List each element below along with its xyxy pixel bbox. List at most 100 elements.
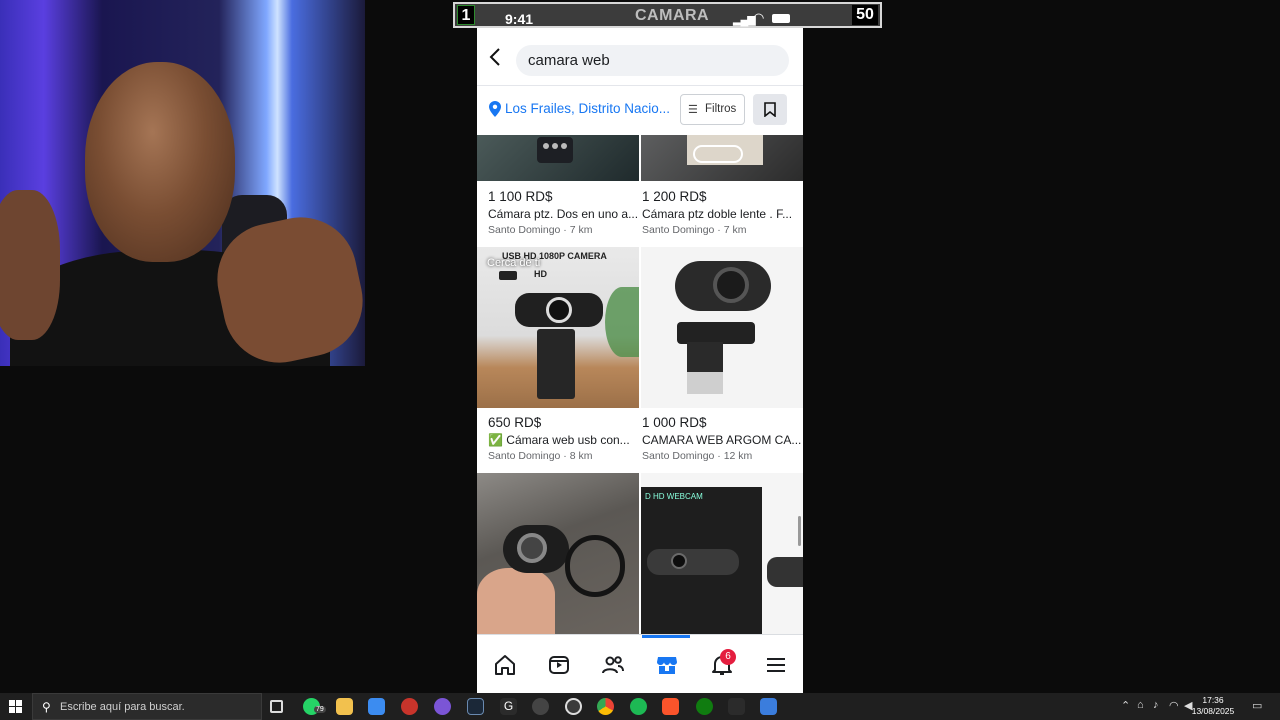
clock-time: 17:36 xyxy=(1202,695,1224,705)
marketplace-icon[interactable] xyxy=(655,653,679,677)
plant xyxy=(605,287,639,357)
webcam-product xyxy=(647,549,739,575)
listing-card[interactable]: 1 100 RD$ Cámara ptz. Dos en uno a... Sa… xyxy=(477,135,639,247)
listing-photo: D HD WEBCAM xyxy=(641,473,803,634)
webcam-product-2 xyxy=(767,557,803,587)
listing-title: ✅ Cámara web usb con... xyxy=(488,433,630,447)
listing-card[interactable]: 1 000 RD$ CAMARA WEB ARGOM CA... Santo D… xyxy=(641,247,803,473)
presenter-left-hand xyxy=(0,190,60,340)
listing-photo xyxy=(641,247,803,408)
app-icon-purple[interactable] xyxy=(434,698,451,715)
webcam-lens xyxy=(517,533,547,563)
bottom-tab-bar: 6 xyxy=(477,634,803,693)
location-pin-icon xyxy=(489,101,501,117)
chrome-icon[interactable] xyxy=(597,698,614,715)
file-explorer-icon[interactable] xyxy=(336,698,353,715)
chevron-up-icon[interactable]: ⌃ xyxy=(1121,699,1130,712)
steam-icon[interactable] xyxy=(467,698,484,715)
location-filter-row: Los Frailes, Distrito Nacio... ☰ Filtros xyxy=(477,86,803,136)
overlay-title: CAMARA xyxy=(635,7,710,24)
app-icon-red[interactable] xyxy=(401,698,418,715)
xbox-icon[interactable] xyxy=(696,698,713,715)
webcam-stand xyxy=(537,329,575,399)
screen-stage: 1 9:41 CAMARA ▂▄▆ ◠ 50 camara web Los Fr… xyxy=(0,0,1280,693)
webcam-base-light xyxy=(687,372,723,394)
listing-location: Santo Domingo · 7 km xyxy=(642,224,747,236)
presenter-head xyxy=(85,62,235,262)
app-icon-dark[interactable] xyxy=(532,698,549,715)
friends-icon[interactable] xyxy=(601,653,625,677)
taskbar-search-box[interactable]: ⚲ Escribe aquí para buscar. xyxy=(32,693,262,720)
listing-price: 1 000 RD$ xyxy=(642,415,707,430)
phone-screen: camara web Los Frailes, Distrito Nacio..… xyxy=(477,28,803,693)
listing-title: CAMARA WEB ARGOM CA... xyxy=(642,433,802,447)
app-icon-blue[interactable] xyxy=(760,698,777,715)
webcam-overlay xyxy=(0,0,365,366)
usb-icon xyxy=(499,271,517,280)
listing-card[interactable] xyxy=(477,473,639,634)
listing-location: Santo Domingo · 12 km xyxy=(642,450,753,462)
video-icon[interactable] xyxy=(547,653,571,677)
wifi-tray-icon[interactable]: ◠ xyxy=(1169,699,1179,712)
clock-date: 13/08/2025 xyxy=(1191,706,1235,716)
windows-start-icon[interactable] xyxy=(9,700,22,713)
listing-photo xyxy=(641,135,803,181)
app-icon-nv[interactable] xyxy=(728,698,745,715)
listing-card[interactable]: 1 200 RD$ Cámara ptz doble lente . F... … xyxy=(641,135,803,247)
sliders-icon: ☰ xyxy=(688,104,698,116)
search-input[interactable]: camara web xyxy=(516,45,789,76)
active-tab-indicator xyxy=(642,635,690,638)
location-link[interactable]: Los Frailes, Distrito Nacio... xyxy=(505,101,670,116)
app-icon-g[interactable]: G xyxy=(500,698,517,715)
hand xyxy=(477,568,555,634)
listing-photo xyxy=(477,135,639,181)
notifications-badge: 6 xyxy=(720,649,736,665)
hd-label: HD xyxy=(534,269,547,279)
taskbar-search-placeholder: Escribe aquí para buscar. xyxy=(60,701,185,713)
listing-title: Cámara ptz. Dos en uno a... xyxy=(488,207,639,221)
battery-icon xyxy=(772,14,790,23)
chevron-left-icon[interactable] xyxy=(489,48,501,70)
listing-price: 650 RD$ xyxy=(488,415,542,430)
listing-price: 1 100 RD$ xyxy=(488,189,553,204)
filters-label: Filtros xyxy=(705,103,737,115)
listing-location: Santo Domingo · 8 km xyxy=(488,450,593,462)
status-time: 9:41 xyxy=(505,11,534,27)
filters-button[interactable]: ☰ Filtros xyxy=(680,94,745,125)
listing-title: Cámara ptz doble lente . F... xyxy=(642,207,793,221)
listing-price: 1 200 RD$ xyxy=(642,189,707,204)
near-you-badge: Cerca de ti xyxy=(487,257,541,269)
home-icon[interactable] xyxy=(493,653,517,677)
phone-status-bar: 1 9:41 CAMARA ▂▄▆ ◠ 50 xyxy=(453,2,882,28)
listing-card[interactable]: D HD WEBCAM xyxy=(641,473,803,634)
windows-taskbar: ⚲ Escribe aquí para buscar. 79 G ⌃ ⌂ ♪ ◠… xyxy=(0,693,1280,720)
search-icon: ⚲ xyxy=(42,700,51,714)
notification-center-icon[interactable]: ▭ xyxy=(1252,699,1262,712)
brave-icon[interactable] xyxy=(662,698,679,715)
search-row: camara web xyxy=(477,28,803,86)
listing-location: Santo Domingo · 7 km xyxy=(488,224,593,236)
webcam-lens xyxy=(546,297,572,323)
taskbar-clock[interactable]: 17:36 13/08/2025 xyxy=(1192,695,1235,716)
microphone-icon[interactable]: ♪ xyxy=(1153,699,1159,711)
obs-icon[interactable] xyxy=(565,698,582,715)
webcam-lens xyxy=(713,267,749,303)
hd-webcam-label: D HD WEBCAM xyxy=(645,492,703,501)
scrollbar[interactable] xyxy=(798,516,801,546)
store-icon[interactable] xyxy=(368,698,385,715)
whatsapp-count-badge: 79 xyxy=(314,706,326,713)
right-counter: 50 xyxy=(852,5,878,25)
menu-icon[interactable] xyxy=(764,653,788,677)
search-query: camara web xyxy=(528,52,610,69)
network-icon[interactable]: ⌂ xyxy=(1137,699,1144,711)
bookmark-button[interactable] xyxy=(753,94,787,125)
cable xyxy=(565,535,625,597)
spotify-icon[interactable] xyxy=(630,698,647,715)
task-view-icon[interactable] xyxy=(270,700,283,713)
left-counter: 1 xyxy=(457,5,475,25)
listing-photo xyxy=(477,473,639,634)
webcam-lens xyxy=(671,553,687,569)
bookmark-icon xyxy=(764,102,776,117)
listing-card[interactable]: USB HD 1080P CAMERA HD Cerca de ti 650 R… xyxy=(477,247,639,473)
signal-icon: ▂▄▆ xyxy=(733,14,756,26)
